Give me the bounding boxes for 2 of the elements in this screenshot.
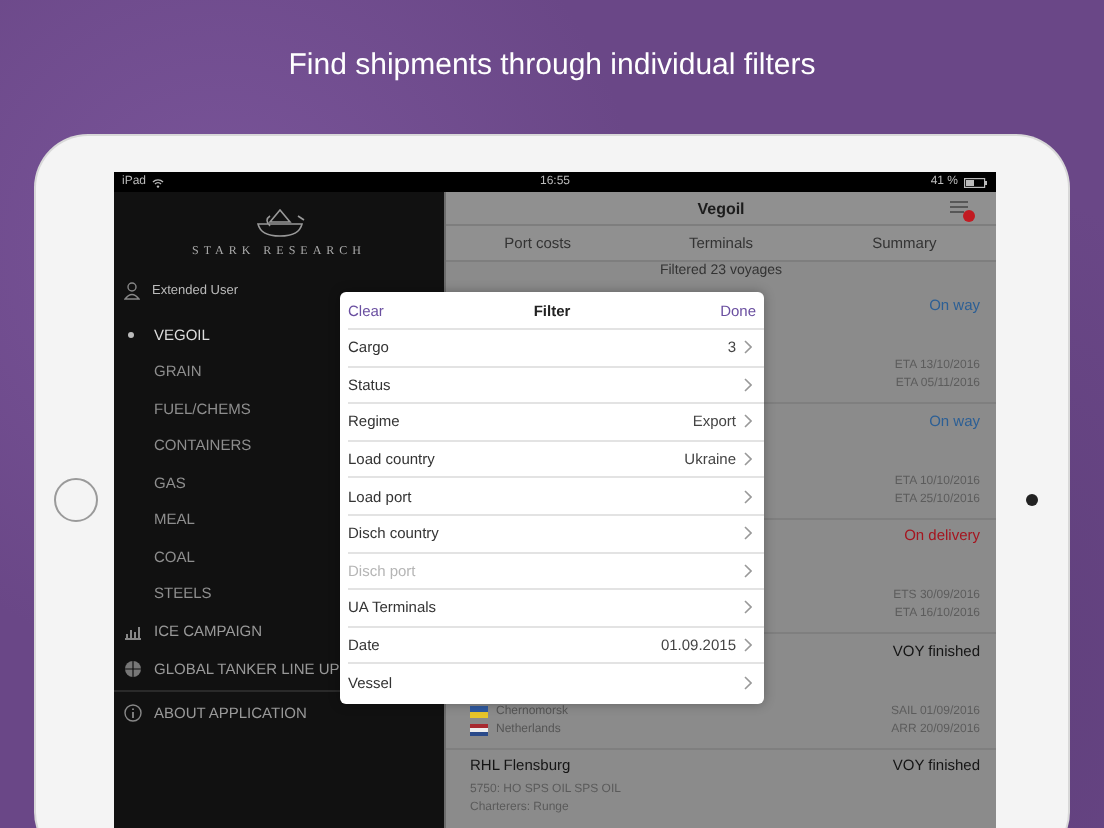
screen-title: Vegoil (697, 199, 745, 218)
headline: Find shipments through individual filters (286, 45, 818, 85)
